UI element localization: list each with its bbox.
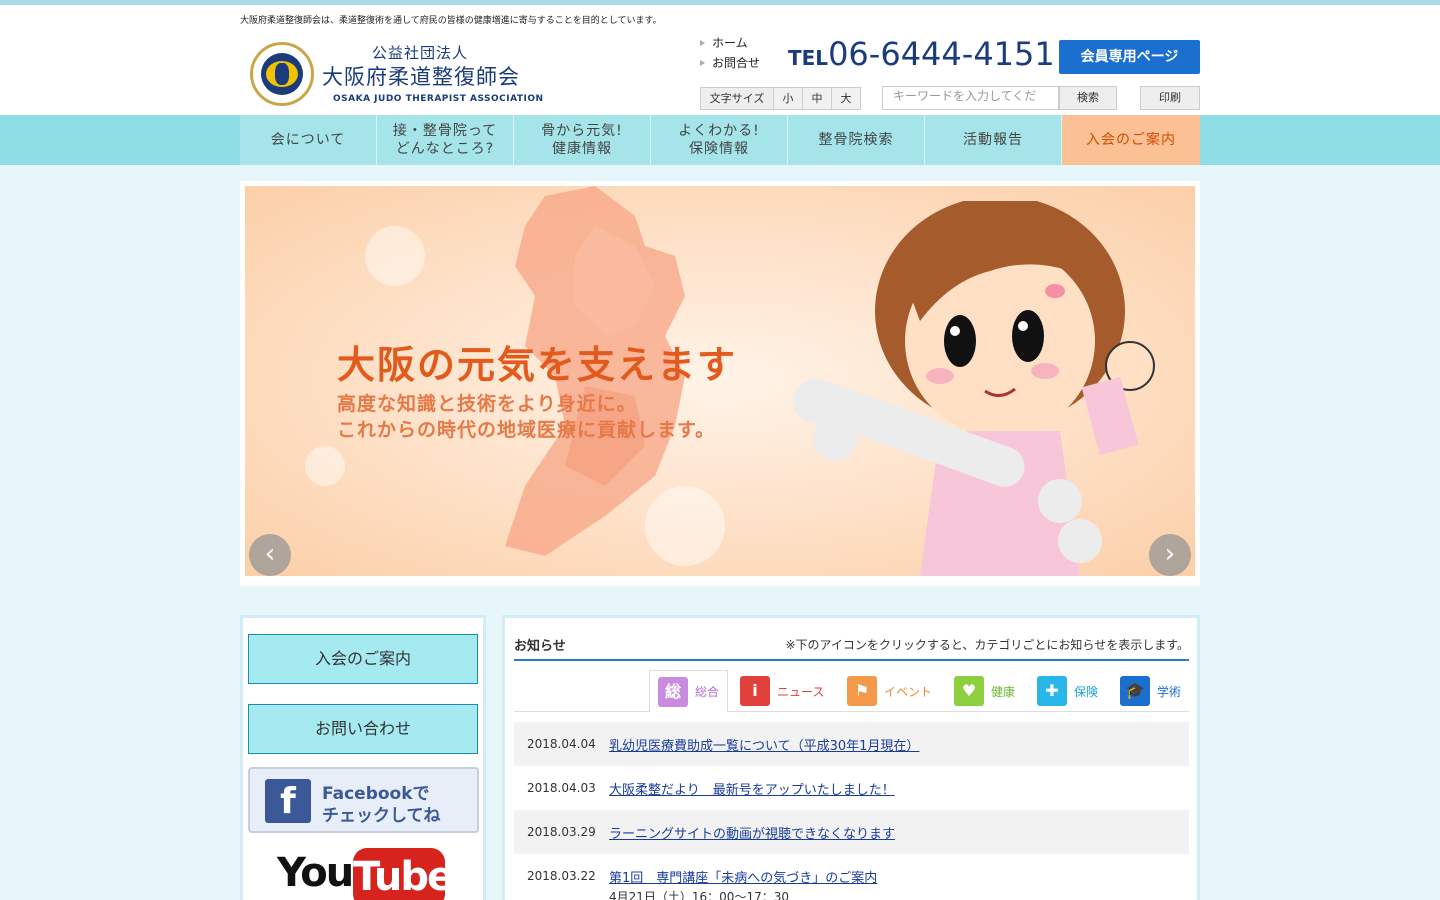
youtube-logo-you: You	[277, 850, 354, 896]
nav-clinic-intro[interactable]: 接・整骨院って どんなところ?	[377, 115, 514, 165]
category-tab-general[interactable]: 総総合	[649, 670, 729, 712]
category-tab-academic[interactable]: 🎓 学術	[1120, 670, 1181, 712]
nav-activity-report[interactable]: 活動報告	[925, 115, 1062, 165]
nav-join-label: 入会のご案内	[1086, 132, 1176, 148]
category-label: 保険	[1074, 684, 1099, 699]
news-link[interactable]: ラーニングサイトの動画が視聴できなくなります	[609, 823, 895, 842]
tel-label: TEL	[788, 46, 829, 70]
font-size-label: 文字サイズ	[700, 87, 774, 110]
facebook-icon: f	[265, 779, 311, 823]
news-title: お知らせ	[514, 639, 566, 654]
nav-health-info-line1: 骨から元気!	[541, 123, 623, 139]
category-tab-news[interactable]: i ニュース	[740, 670, 824, 712]
facebook-line2: チェックしてね	[322, 806, 441, 826]
font-size-large-button[interactable]: 大	[832, 87, 861, 110]
phone-number: TEL06-6444-4151	[788, 35, 1055, 73]
search-button[interactable]: 検索	[1059, 86, 1117, 110]
member-page-button[interactable]: 会員専用ページ	[1059, 40, 1200, 74]
news-item: 2018.04.03 大阪柔整だより 最新号をアップいたしました！	[514, 766, 1189, 810]
hero-slide: 大阪の元気を支えます 高度な知識と技術をより身近に。 これからの時代の地域医療に…	[245, 186, 1195, 576]
site-logo[interactable]: 公益社団法人 大阪府柔道整復師会 OSAKA JUDO THERAPIST AS…	[250, 37, 550, 112]
nav-health-info[interactable]: 骨から元気! 健康情報	[514, 115, 651, 165]
nav-insurance-info-line2: 保険情報	[689, 141, 749, 157]
hero-title: 大阪の元気を支えます	[337, 343, 738, 387]
nav-clinic-intro-line1: 接・整骨院って	[392, 123, 498, 139]
nav-health-info-line2: 健康情報	[552, 141, 612, 157]
logo-title: 大阪府柔道整復師会	[322, 65, 520, 89]
info-icon: i	[740, 676, 770, 706]
site-tagline: 大阪府柔道整復師会は、柔道整復術を通して府民の皆様の健康増進に寄与することを目的…	[240, 16, 662, 26]
header-links: ホーム お問合せ	[700, 33, 760, 73]
nav-clinic-intro-line2: どんなところ?	[395, 141, 495, 157]
category-tab-health[interactable]: ♥ 健康	[954, 670, 1015, 712]
nav-about[interactable]: 会について	[240, 115, 377, 165]
graduation-cap-icon: 🎓	[1120, 676, 1150, 706]
youtube-banner[interactable]: You Tube	[277, 848, 454, 900]
slider-next-button[interactable]: ›	[1149, 534, 1191, 576]
header: 大阪府柔道整復師会は、柔道整復術を通して府民の皆様の健康増進に寄与することを目的…	[0, 5, 1440, 115]
category-label: 学術	[1157, 684, 1182, 699]
news-link[interactable]: 乳幼児医療費助成一覧について（平成30年1月現在）	[609, 735, 919, 754]
news-date: 2018.04.03	[527, 781, 596, 795]
news-list: 2018.04.04 乳幼児医療費助成一覧について（平成30年1月現在） 201…	[514, 722, 1189, 900]
nav-activity-report-label: 活動報告	[963, 132, 1023, 148]
nav-clinic-search[interactable]: 整骨院検索	[788, 115, 925, 165]
nav-insurance-info-line1: よくわかる!	[678, 123, 760, 139]
nav-insurance-info[interactable]: よくわかる! 保険情報	[651, 115, 788, 165]
category-tab-event[interactable]: ⚑ イベント	[847, 670, 932, 712]
logo-english: OSAKA JUDO THERAPIST ASSOCIATION	[333, 94, 544, 104]
general-icon: 総	[658, 676, 688, 707]
category-label: 総合	[695, 685, 720, 699]
category-label: イベント	[884, 684, 933, 699]
category-tab-insurance[interactable]: ✚ 保険	[1037, 670, 1098, 712]
nav-join[interactable]: 入会のご案内	[1062, 115, 1200, 165]
search-input[interactable]: キーワードを入力してくだ	[882, 86, 1059, 110]
youtube-logo-tube: Tube	[353, 848, 454, 900]
hero-line2: これからの時代の地域医療に貢献します。	[337, 419, 716, 441]
font-size-switcher: 文字サイズ 小 中 大	[700, 87, 861, 110]
nav-about-label: 会について	[270, 132, 346, 148]
hero-line1: 高度な知識と技術をより身近に。	[337, 393, 637, 415]
global-nav: 会について 接・整骨院って どんなところ? 骨から元気! 健康情報 よくわかる! 保険…	[0, 115, 1440, 165]
news-item: 2018.04.04 乳幼児医療費助成一覧について（平成30年1月現在）	[514, 722, 1189, 766]
news-link[interactable]: 第1回 専門講座「未病への気づき」のご案内	[609, 867, 877, 886]
sidebar: 入会のご案内 お問い合わせ f Facebookで チェックしてね You Tu…	[240, 615, 486, 900]
print-button[interactable]: 印刷	[1140, 86, 1200, 110]
news-note: ※下のアイコンをクリックすると、カテゴリごとにお知らせを表示します。	[785, 638, 1189, 652]
facebook-banner[interactable]: f Facebookで チェックしてね	[248, 767, 479, 833]
slider-prev-button[interactable]: ‹	[249, 534, 291, 576]
news-item: 2018.03.29 ラーニングサイトの動画が視聴できなくなります	[514, 810, 1189, 854]
hero-slider: 大阪の元気を支えます 高度な知識と技術をより身近に。 これからの時代の地域医療に…	[240, 181, 1200, 586]
heart-icon: ♥	[954, 676, 984, 706]
logo-subtitle: 公益社団法人	[372, 44, 469, 62]
sidebar-join-button[interactable]: 入会のご案内	[248, 634, 478, 684]
contact-link[interactable]: お問合せ	[700, 53, 760, 73]
sidebar-contact-button[interactable]: お問い合わせ	[248, 704, 478, 754]
news-category-tabs: 総総合 i ニュース ⚑ イベント ♥ 健康 ✚ 保険 🎓 学術	[514, 670, 1189, 712]
font-size-small-button[interactable]: 小	[774, 87, 803, 110]
news-date: 2018.03.29	[527, 825, 596, 839]
tel-number: 06-6444-4151	[828, 35, 1055, 73]
news-header: お知らせ ※下のアイコンをクリックすると、カテゴリごとにお知らせを表示します。	[514, 635, 1189, 661]
nav-clinic-search-label: 整骨院検索	[818, 132, 894, 148]
cross-icon: ✚	[1037, 676, 1067, 706]
home-link[interactable]: ホーム	[700, 33, 760, 53]
nurse-character-illustration	[793, 201, 1155, 576]
category-label: 健康	[991, 684, 1016, 699]
category-label: ニュース	[777, 684, 825, 699]
news-date: 2018.03.22	[527, 869, 596, 883]
news-date: 2018.04.04	[527, 737, 596, 751]
news-item-subtext: 4月21日（土）16：00～17：30	[609, 890, 789, 900]
news-link[interactable]: 大阪柔整だより 最新号をアップいたしました！	[609, 779, 895, 798]
news-panel: お知らせ ※下のアイコンをクリックすると、カテゴリごとにお知らせを表示します。 …	[502, 615, 1200, 900]
flag-icon: ⚑	[847, 676, 877, 706]
font-size-medium-button[interactable]: 中	[803, 87, 832, 110]
logo-seal-icon	[250, 42, 314, 106]
